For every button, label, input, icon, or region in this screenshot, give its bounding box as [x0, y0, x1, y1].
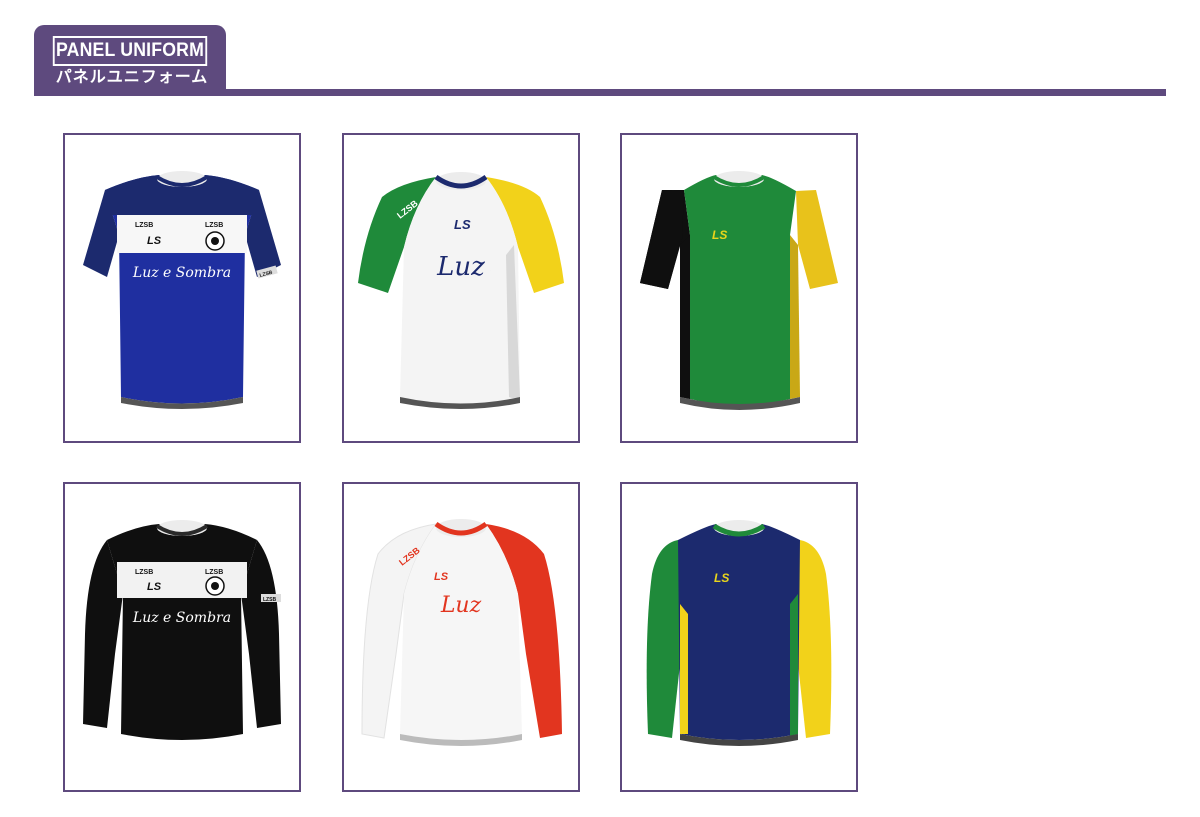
jersey-illustration-3: LS [640, 171, 838, 410]
ls-logo: LS [712, 228, 727, 242]
uniform-card-5[interactable]: LZSB LS Luz [342, 482, 580, 792]
uniform-card-2[interactable]: LZSB LS Luz [342, 133, 580, 443]
ls-logo: LS [454, 217, 471, 232]
page-title-en: PANEL UNIFORM [52, 36, 208, 66]
script-wordmark: Luz e Sombra [132, 610, 231, 626]
script-wordmark: Luz [440, 593, 482, 618]
jersey-illustration-6: LS [646, 520, 832, 746]
script-wordmark: Luz [436, 252, 485, 282]
uniform-card-6[interactable]: LS [620, 482, 858, 792]
brand-mark-right: LZSB [205, 569, 223, 576]
brand-mark-left: LZSB [135, 569, 153, 576]
ls-logo: LS [434, 571, 449, 583]
jersey-illustration-2: LZSB LS Luz [358, 172, 564, 409]
header-rule [34, 89, 1166, 96]
ls-logo: LS [147, 235, 162, 247]
ls-logo: LS [147, 581, 162, 593]
uniform-card-1[interactable]: LZSB LZSB LS Luz e Sombra LZSB [63, 133, 301, 443]
jersey-illustration-4: LZSB LZSB LS Luz e Sombra LZSB [83, 520, 281, 740]
brand-mark-right: LZSB [205, 222, 223, 229]
jersey-illustration-5: LZSB LS Luz [361, 519, 562, 746]
uniform-card-3[interactable]: LS [620, 133, 858, 443]
script-wordmark: Luz e Sombra [132, 265, 231, 281]
ls-logo: LS [714, 571, 729, 585]
sleeve-tag: LZSB [263, 597, 276, 603]
brand-mark-left: LZSB [135, 222, 153, 229]
uniform-card-4[interactable]: LZSB LZSB LS Luz e Sombra LZSB [63, 482, 301, 792]
jersey-illustration-1: LZSB LZSB LS Luz e Sombra LZSB [83, 171, 281, 409]
page-title-jp: パネルユニフォーム [55, 67, 209, 86]
